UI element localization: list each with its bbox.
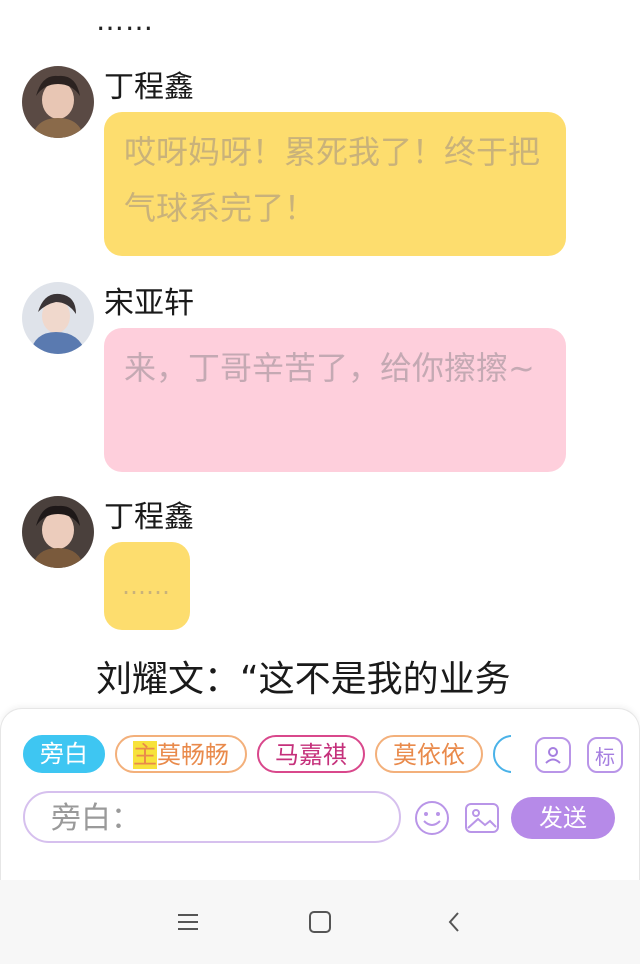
chip-character[interactable]: 莫 bbox=[493, 735, 511, 773]
sender-name: 丁程鑫 bbox=[104, 70, 194, 105]
message-bubble[interactable]: 来，丁哥辛苦了，给你擦擦~ bbox=[104, 328, 566, 472]
chip-protagonist[interactable]: 主莫畅畅 bbox=[115, 735, 247, 773]
back-icon bbox=[448, 912, 459, 932]
chip-character[interactable]: 马嘉祺 bbox=[257, 735, 365, 773]
character-manage-button[interactable] bbox=[535, 737, 571, 773]
system-navbar bbox=[0, 880, 640, 964]
sender-name: 丁程鑫 bbox=[104, 500, 194, 535]
character-chip-bar[interactable]: 旁白主莫畅畅马嘉祺莫依依莫 bbox=[23, 735, 511, 779]
top-ellipsis: …… bbox=[96, 4, 154, 37]
narration-text: 刘耀文：“这不是我的业务 bbox=[96, 659, 511, 700]
chip-character[interactable]: 莫依依 bbox=[375, 735, 483, 773]
sender-name: 宋亚轩 bbox=[104, 286, 194, 321]
send-button[interactable]: 发送 bbox=[511, 797, 615, 839]
home-button[interactable] bbox=[302, 904, 338, 940]
protagonist-badge: 主 bbox=[133, 741, 157, 769]
message-bubble[interactable]: …… bbox=[104, 542, 190, 630]
chip-label: 莫畅畅 bbox=[157, 741, 229, 769]
image-button[interactable] bbox=[463, 799, 501, 837]
menu-icon bbox=[178, 914, 198, 930]
chip-narrator[interactable]: 旁白 bbox=[23, 735, 105, 773]
square-icon bbox=[309, 911, 331, 933]
avatar[interactable] bbox=[22, 66, 94, 138]
image-icon bbox=[465, 803, 499, 833]
tag-button[interactable]: 标 bbox=[587, 737, 623, 773]
person-icon bbox=[545, 747, 561, 764]
message-bubble[interactable]: 哎呀妈呀！累死我了！终于把气球系完了！ bbox=[104, 112, 566, 256]
smiley-icon bbox=[415, 801, 449, 835]
message-input[interactable] bbox=[49, 793, 393, 843]
back-button[interactable] bbox=[436, 904, 472, 940]
menu-button[interactable] bbox=[170, 904, 206, 940]
avatar[interactable] bbox=[22, 496, 94, 568]
message-input-wrapper[interactable] bbox=[23, 791, 401, 843]
composer-panel: 旁白主莫畅畅马嘉祺莫依依莫 标 发送 bbox=[0, 708, 640, 880]
avatar[interactable] bbox=[22, 282, 94, 354]
emoji-button[interactable] bbox=[413, 799, 451, 837]
